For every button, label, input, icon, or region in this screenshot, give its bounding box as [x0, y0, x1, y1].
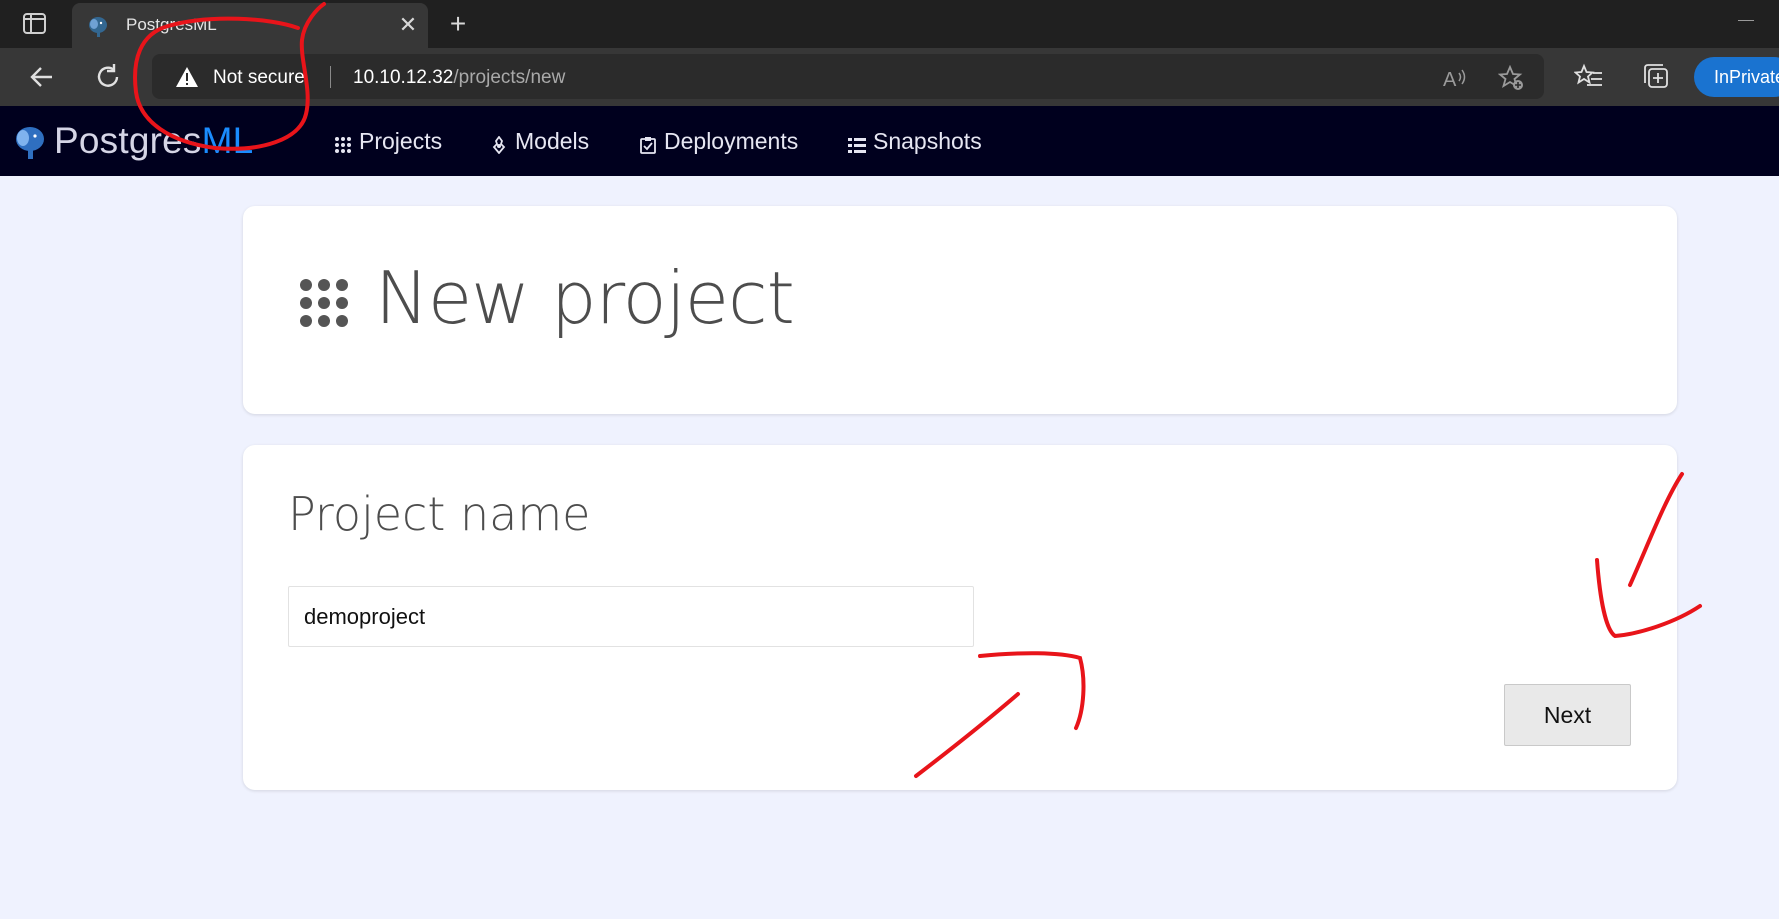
collections-icon[interactable] — [1641, 62, 1671, 92]
project-name-label: Project name — [288, 487, 591, 541]
add-favorite-icon[interactable] — [1497, 64, 1524, 91]
clipboard-check-icon — [639, 133, 657, 154]
inprivate-badge[interactable]: InPrivate — [1694, 57, 1779, 97]
grid-icon — [299, 278, 349, 328]
new-tab-button[interactable]: + — [442, 8, 474, 40]
brand-name-accent: ML — [201, 120, 254, 161]
svg-text:A: A — [1443, 69, 1457, 91]
back-arrow-icon[interactable] — [26, 61, 58, 93]
window-minimize-icon[interactable] — [1738, 20, 1754, 21]
address-separator — [330, 66, 331, 88]
refresh-icon[interactable] — [92, 61, 124, 93]
project-form-card: Project name Next — [243, 445, 1677, 790]
next-button[interactable]: Next — [1504, 684, 1631, 746]
brand-name-main: Postgres — [54, 120, 202, 161]
nav-projects-label: Projects — [359, 128, 443, 154]
elephant-icon — [86, 14, 110, 38]
app-navbar: PostgresML Projects Models Deployments S… — [0, 106, 1779, 176]
model-icon — [490, 133, 508, 155]
project-name-input[interactable] — [288, 586, 974, 647]
page-title: New project — [375, 256, 795, 340]
address-bar[interactable]: Not secure 10.10.12.32/projects/new A — [152, 54, 1544, 99]
nav-deployments-label: Deployments — [664, 128, 799, 154]
grid-icon — [334, 133, 352, 153]
elephant-logo-icon[interactable] — [13, 124, 47, 160]
url-text[interactable]: 10.10.12.32/projects/new — [353, 67, 565, 89]
warning-icon — [175, 66, 199, 88]
nav-models-label: Models — [515, 128, 590, 154]
nav-snapshots-label: Snapshots — [873, 128, 982, 154]
tab-close-icon[interactable]: ✕ — [394, 11, 422, 39]
browser-toolbar: Not secure 10.10.12.32/projects/new A In… — [0, 48, 1779, 106]
security-status-label[interactable]: Not secure — [213, 67, 305, 89]
url-path: /projects/new — [453, 67, 566, 88]
read-aloud-icon[interactable]: A — [1442, 65, 1468, 91]
favorites-icon[interactable] — [1573, 62, 1604, 92]
list-icon — [848, 133, 866, 153]
url-host: 10.10.12.32 — [353, 67, 454, 88]
brand-name[interactable]: PostgresML — [54, 120, 253, 162]
browser-tab[interactable]: PostgresML ✕ — [72, 3, 428, 48]
browser-tab-strip: PostgresML ✕ + — [0, 0, 1779, 48]
tab-actions-icon[interactable] — [22, 12, 48, 36]
page-header-card: New project — [243, 206, 1677, 414]
tab-title: PostgresML — [126, 15, 217, 34]
